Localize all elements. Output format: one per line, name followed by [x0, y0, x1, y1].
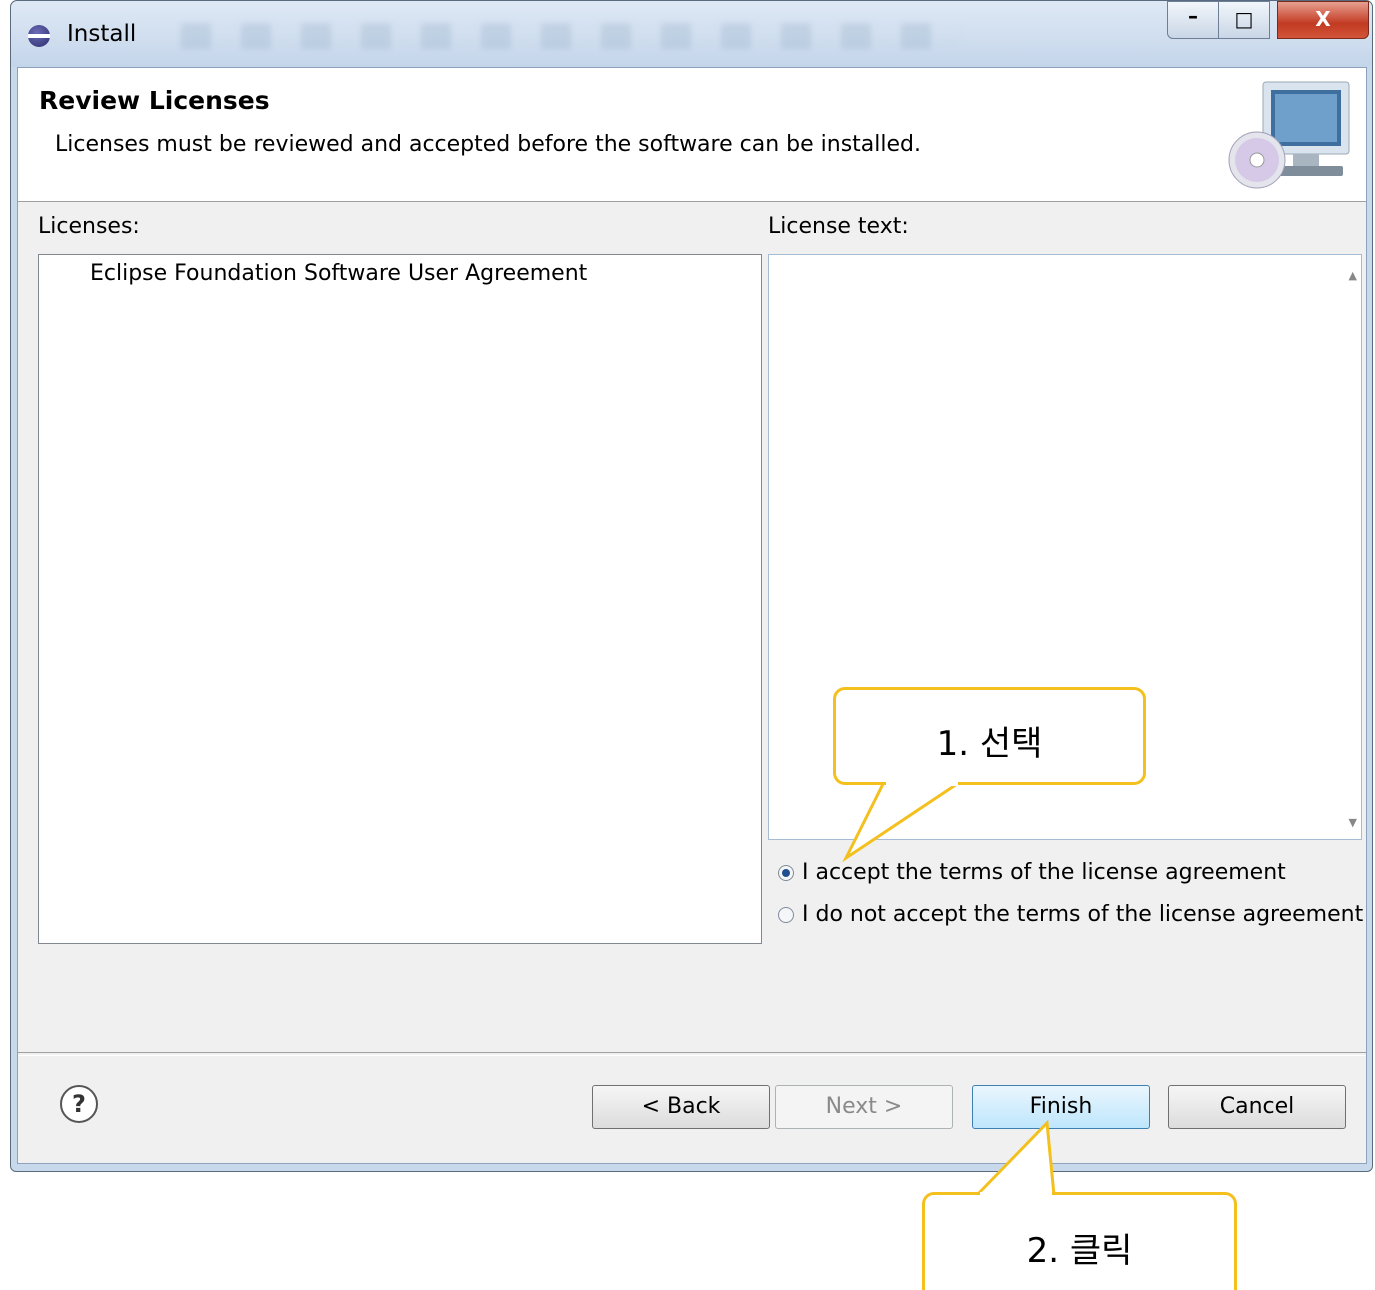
callout-select-text: 1. 선택: [936, 724, 1043, 764]
minimize-button[interactable]: –: [1167, 1, 1219, 39]
window-title: Install: [67, 21, 137, 47]
accept-radio-button[interactable]: [778, 864, 794, 881]
accept-terms-label: I accept the terms of the license agreem…: [802, 860, 1286, 885]
scroll-down-arrow-icon[interactable]: ▼: [1349, 816, 1357, 829]
close-button[interactable]: X: [1277, 1, 1369, 39]
list-item[interactable]: Eclipse Foundation Software User Agreeme…: [90, 261, 587, 286]
blurred-background-toolbar: [181, 23, 961, 49]
eclipse-icon: [28, 25, 50, 47]
decline-terms-option[interactable]: I do not accept the terms of the license…: [778, 902, 1363, 927]
header-banner: Review Licenses Licenses must be reviewe…: [18, 68, 1366, 202]
page-title: Review Licenses: [39, 86, 270, 115]
cancel-button[interactable]: Cancel: [1168, 1085, 1346, 1129]
close-icon: X: [1315, 7, 1331, 31]
license-text-label: License text:: [768, 214, 909, 239]
button-bar-divider: [18, 1052, 1366, 1056]
callout-click: 2. 클릭: [922, 1192, 1237, 1290]
finish-button[interactable]: Finish: [972, 1085, 1150, 1129]
computer-cd-icon: [1228, 81, 1350, 189]
maximize-icon: □: [1234, 7, 1254, 31]
install-window: Install – □ X Review Licenses Licenses m…: [10, 0, 1373, 1172]
scroll-up-arrow-icon[interactable]: ▲: [1349, 269, 1357, 282]
callout-select: 1. 선택: [833, 687, 1146, 785]
decline-radio-button[interactable]: [778, 906, 794, 923]
next-button[interactable]: Next >: [775, 1085, 953, 1129]
help-icon[interactable]: ?: [60, 1085, 98, 1123]
accept-terms-option[interactable]: I accept the terms of the license agreem…: [778, 860, 1286, 885]
licenses-label: Licenses:: [38, 214, 140, 239]
callout-click-text: 2. 클릭: [1026, 1231, 1133, 1271]
maximize-button[interactable]: □: [1218, 1, 1270, 39]
decline-terms-label: I do not accept the terms of the license…: [802, 902, 1364, 927]
dialog-client-area: Review Licenses Licenses must be reviewe…: [17, 67, 1367, 1164]
licenses-list[interactable]: Eclipse Foundation Software User Agreeme…: [38, 254, 762, 944]
page-description: Licenses must be reviewed and accepted b…: [55, 132, 921, 157]
back-button[interactable]: < Back: [592, 1085, 770, 1129]
minimize-icon: –: [1188, 4, 1198, 28]
